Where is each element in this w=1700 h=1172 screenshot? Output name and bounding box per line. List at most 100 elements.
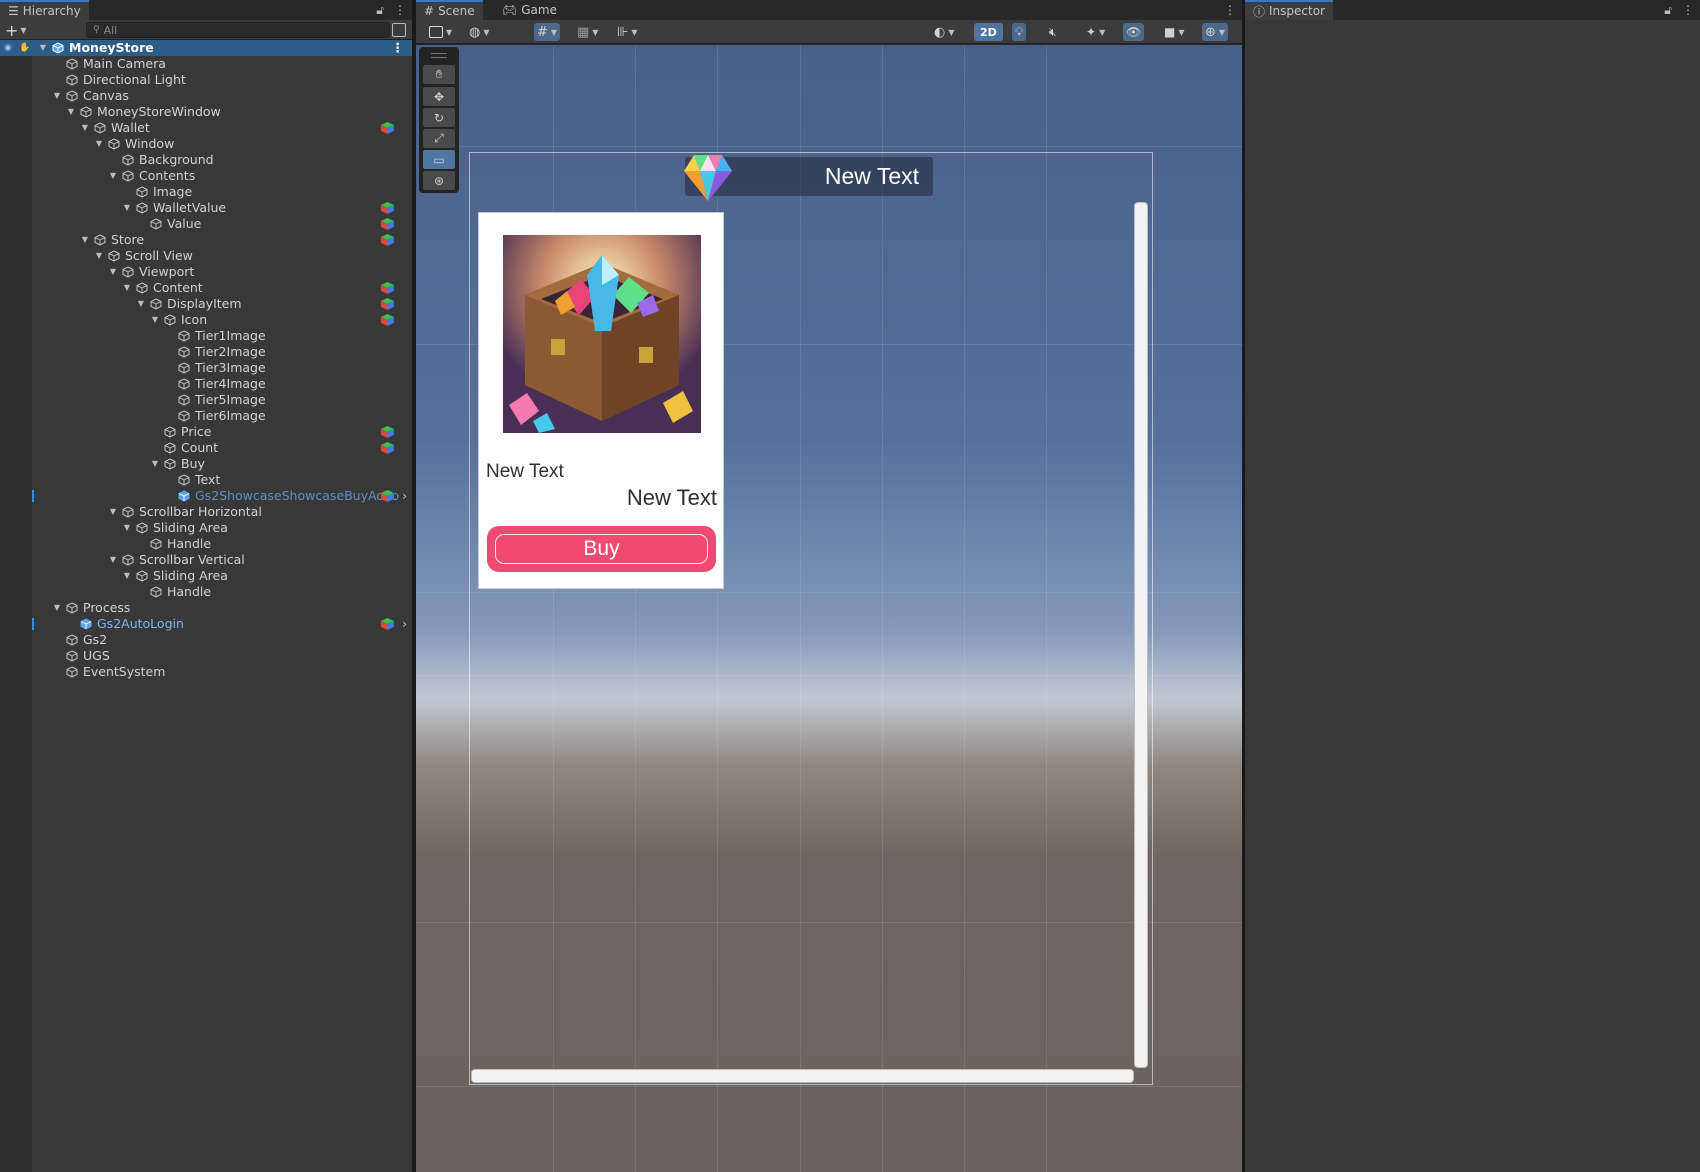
hierarchy-row[interactable]: EventSystem <box>0 664 412 680</box>
open-prefab-chevron-icon[interactable]: › <box>402 616 407 632</box>
hierarchy-row[interactable]: UGS <box>0 648 412 664</box>
tab-scene[interactable]: # Scene <box>416 0 483 20</box>
hierarchy-row[interactable]: ▼ Viewport <box>0 264 412 280</box>
rotate-tool[interactable]: ↻ <box>423 108 455 127</box>
open-prefab-chevron-icon[interactable]: › <box>402 488 407 504</box>
hand-tool[interactable]: ✋︎ <box>423 65 455 84</box>
scrollbar-vertical[interactable] <box>1134 202 1148 1068</box>
buy-button[interactable]: Buy <box>487 526 716 572</box>
increment-snapping-dropdown[interactable]: ▦ ▼ <box>574 23 601 41</box>
hierarchy-row[interactable]: ▼ Window <box>0 136 412 152</box>
camera-dropdown[interactable]: ■ ▼ <box>1161 23 1188 41</box>
hierarchy-row[interactable]: Text <box>0 472 412 488</box>
hierarchy-row[interactable]: ▼ Canvas <box>0 88 412 104</box>
hierarchy-row[interactable]: ▼ Contents <box>0 168 412 184</box>
audio-toggle[interactable]: 🔇︎ <box>1046 23 1060 41</box>
expand-arrow-icon[interactable]: ▼ <box>52 88 62 104</box>
kebab-menu-icon[interactable]: ⋮ <box>394 3 406 17</box>
expand-arrow-icon[interactable]: ▼ <box>136 296 146 312</box>
expand-arrow-icon[interactable]: ▼ <box>122 568 132 584</box>
toggle-2d-button[interactable]: 2D <box>974 23 1003 41</box>
tab-game[interactable]: 🎮︎ Game <box>494 0 565 20</box>
hierarchy-row[interactable]: ▼ MoneyStoreWindow <box>0 104 412 120</box>
expand-arrow-icon[interactable]: ▼ <box>122 280 132 296</box>
expand-arrow-icon[interactable]: ▼ <box>108 168 118 184</box>
hierarchy-row[interactable]: Background <box>0 152 412 168</box>
hierarchy-row[interactable]: Gs2ShowcaseShowcaseBuyActio › <box>0 488 412 504</box>
hierarchy-row[interactable]: Price <box>0 424 412 440</box>
scene-viewport[interactable]: ✋︎ ✥ ↻ ⤢ ▭ ⊛ New Text New Text New Text … <box>416 45 1242 1172</box>
hierarchy-row[interactable]: Tier2Image <box>0 344 412 360</box>
hierarchy-row[interactable]: ▼ Buy <box>0 456 412 472</box>
expand-arrow-icon[interactable]: ▼ <box>150 312 160 328</box>
kebab-menu-icon[interactable]: ⋮ <box>1224 3 1236 17</box>
transform-tool[interactable]: ⊛ <box>423 171 455 190</box>
expand-arrow-icon[interactable]: ▼ <box>94 248 104 264</box>
lock-icon[interactable]: 🔓︎ <box>376 3 384 18</box>
hierarchy-row[interactable]: ▼ DisplayItem <box>0 296 412 312</box>
hierarchy-row[interactable]: ▼ WalletValue <box>0 200 412 216</box>
hierarchy-row[interactable]: ▼ Sliding Area <box>0 568 412 584</box>
hierarchy-row[interactable]: Count <box>0 440 412 456</box>
palette-drag-handle[interactable] <box>431 53 447 58</box>
hierarchy-row[interactable]: ▼ Wallet <box>0 120 412 136</box>
hierarchy-row[interactable]: Tier3Image <box>0 360 412 376</box>
tab-hierarchy[interactable]: ☰ Hierarchy <box>0 0 89 20</box>
visibility-icon[interactable]: ◉ ✋ <box>4 40 32 56</box>
hierarchy-row[interactable]: ▼ Scrollbar Vertical <box>0 552 412 568</box>
expand-arrow-icon[interactable]: ▼ <box>80 120 90 136</box>
hierarchy-row[interactable]: Tier5Image <box>0 392 412 408</box>
hierarchy-row[interactable]: ▼ Icon <box>0 312 412 328</box>
gizmos-dropdown[interactable]: ⊕ ▼ <box>1202 23 1229 41</box>
grid-snapping-toggle[interactable]: # ▼ <box>534 23 561 41</box>
expand-arrow-icon[interactable]: ▼ <box>38 40 48 56</box>
shading-mode-dropdown[interactable]: ◐ ▼ <box>931 23 958 41</box>
expand-arrow-icon[interactable]: ▼ <box>122 200 132 216</box>
search-scene-icon[interactable] <box>392 23 406 37</box>
display-item-card[interactable]: New Text New Text Buy <box>478 212 724 589</box>
hierarchy-row[interactable]: Tier1Image <box>0 328 412 344</box>
expand-arrow-icon[interactable]: ▼ <box>80 232 90 248</box>
move-tool[interactable]: ✥ <box>423 87 455 106</box>
kebab-menu-icon[interactable]: ⋮ <box>392 40 405 56</box>
hierarchy-row[interactable]: Tier6Image <box>0 408 412 424</box>
hierarchy-row[interactable]: Gs2 <box>0 632 412 648</box>
expand-arrow-icon[interactable]: ▼ <box>108 552 118 568</box>
lighting-toggle[interactable]: 💡︎ <box>1012 23 1027 41</box>
hierarchy-row[interactable]: ▼ Scrollbar Horizontal <box>0 504 412 520</box>
hierarchy-row[interactable]: Main Camera <box>0 56 412 72</box>
hierarchy-row[interactable]: Handle <box>0 536 412 552</box>
kebab-menu-icon[interactable]: ⋮ <box>1682 3 1694 17</box>
hierarchy-row[interactable]: Value <box>0 216 412 232</box>
scrollbar-horizontal[interactable] <box>471 1069 1134 1083</box>
lock-icon[interactable]: 🔓︎ <box>1664 3 1672 18</box>
tab-inspector[interactable]: ⓘ Inspector <box>1245 0 1333 20</box>
hierarchy-row[interactable]: Image <box>0 184 412 200</box>
expand-arrow-icon[interactable]: ▼ <box>122 520 132 536</box>
hierarchy-row[interactable]: ▼ Sliding Area <box>0 520 412 536</box>
hierarchy-row[interactable]: ▼ Process <box>0 600 412 616</box>
draw-mode-dropdown[interactable]: ▼ <box>426 23 455 41</box>
scale-tool[interactable]: ⤢ <box>423 129 455 148</box>
expand-arrow-icon[interactable]: ▼ <box>94 136 104 152</box>
hierarchy-row[interactable]: ▼ Content <box>0 280 412 296</box>
hierarchy-row[interactable]: Handle <box>0 584 412 600</box>
hierarchy-row[interactable]: ◉ ✋ ▼ MoneyStore ⋮ <box>0 40 412 56</box>
hierarchy-row[interactable]: ▼ Store <box>0 232 412 248</box>
create-button[interactable]: + ▼ <box>5 21 27 40</box>
hierarchy-row[interactable]: Gs2AutoLogin › <box>0 616 412 632</box>
hierarchy-row[interactable]: Directional Light <box>0 72 412 88</box>
expand-arrow-icon[interactable]: ▼ <box>108 264 118 280</box>
effects-dropdown[interactable]: ✦ ▼ <box>1083 23 1108 41</box>
expand-arrow-icon[interactable]: ▼ <box>66 104 76 120</box>
hidden-objects-toggle[interactable]: 👁︎ <box>1123 23 1145 41</box>
expand-arrow-icon[interactable]: ▼ <box>52 600 62 616</box>
rect-tool[interactable]: ▭ <box>423 150 455 169</box>
global-local-dropdown[interactable]: ◍ ▼ <box>466 23 493 41</box>
hierarchy-row[interactable]: ▼ Scroll View <box>0 248 412 264</box>
expand-arrow-icon[interactable]: ▼ <box>150 456 160 472</box>
expand-arrow-icon[interactable]: ▼ <box>108 504 118 520</box>
hierarchy-search-input[interactable]: ⚲ All <box>86 22 390 38</box>
hierarchy-row[interactable]: Tier4Image <box>0 376 412 392</box>
ruler-dropdown[interactable]: ⊪ ▼ <box>614 23 640 41</box>
